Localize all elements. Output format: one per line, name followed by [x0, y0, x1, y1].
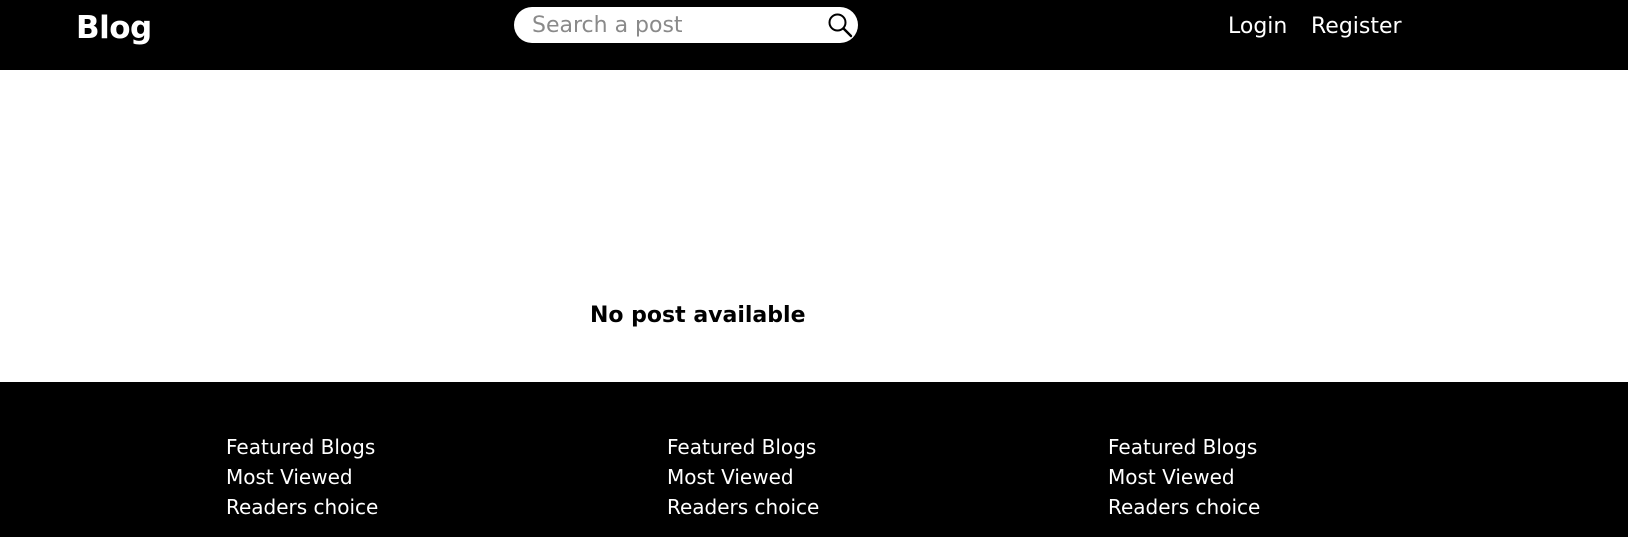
empty-state-message: No post available — [590, 303, 806, 328]
brand-logo[interactable]: Blog — [76, 10, 152, 46]
footer-item: Featured Blogs — [226, 432, 378, 462]
footer-item: Most Viewed — [1108, 462, 1260, 492]
search-icon-graphic — [828, 13, 853, 38]
footer-link-readers-choice[interactable]: Readers choice — [667, 495, 819, 519]
register-link[interactable]: Register — [1311, 13, 1402, 41]
footer-link-featured-blogs[interactable]: Featured Blogs — [226, 435, 375, 459]
footer-item: Most Viewed — [226, 462, 378, 492]
footer-link-readers-choice[interactable]: Readers choice — [226, 495, 378, 519]
footer-column: Featured Blogs Most Viewed Readers choic… — [1108, 432, 1260, 522]
footer: Featured Blogs Most Viewed Readers choic… — [0, 382, 1628, 537]
footer-item: Most Viewed — [667, 462, 819, 492]
footer-item: Featured Blogs — [667, 432, 819, 462]
footer-link-featured-blogs[interactable]: Featured Blogs — [1108, 435, 1257, 459]
main-content: No post available — [0, 70, 1628, 382]
footer-item: Featured Blogs — [1108, 432, 1260, 462]
search-input[interactable] — [532, 10, 812, 40]
footer-link-most-viewed[interactable]: Most Viewed — [1108, 465, 1235, 489]
footer-item: Readers choice — [667, 492, 819, 522]
footer-link-most-viewed[interactable]: Most Viewed — [226, 465, 353, 489]
top-navbar: Blog Login Register — [0, 0, 1628, 70]
footer-column: Featured Blogs Most Viewed Readers choic… — [226, 432, 378, 522]
search-icon[interactable] — [827, 12, 853, 38]
search-bar — [514, 7, 858, 43]
login-link[interactable]: Login — [1228, 13, 1287, 41]
footer-item: Readers choice — [226, 492, 378, 522]
footer-link-featured-blogs[interactable]: Featured Blogs — [667, 435, 816, 459]
footer-item: Readers choice — [1108, 492, 1260, 522]
footer-link-readers-choice[interactable]: Readers choice — [1108, 495, 1260, 519]
footer-link-most-viewed[interactable]: Most Viewed — [667, 465, 794, 489]
footer-column: Featured Blogs Most Viewed Readers choic… — [667, 432, 819, 522]
